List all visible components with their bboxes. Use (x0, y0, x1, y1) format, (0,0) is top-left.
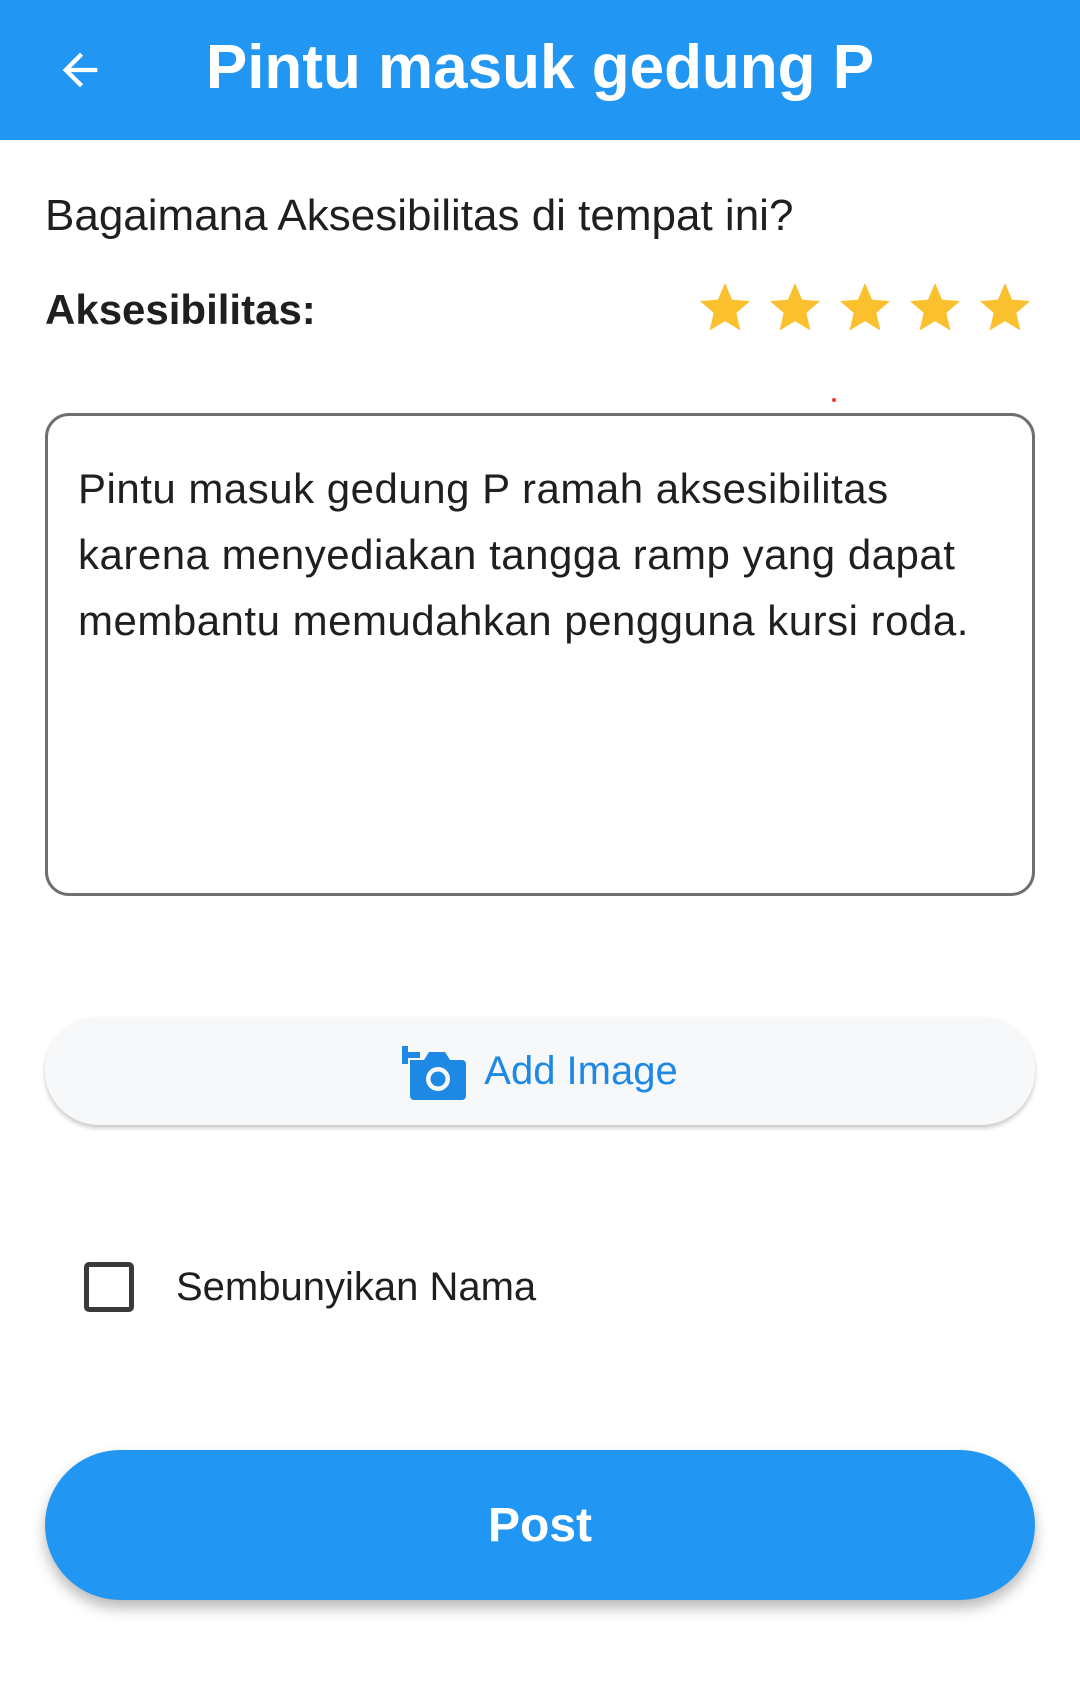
hide-name-label: Sembunyikan Nama (176, 1265, 537, 1309)
hide-name-option[interactable]: Sembunyikan Nama (84, 1262, 536, 1312)
page-title: Pintu masuk gedung P (205, 33, 875, 102)
add-image-label: Add Image (484, 1049, 678, 1093)
add-photo-icon (402, 1046, 467, 1100)
indicator-dot (832, 398, 836, 402)
add-image-button[interactable]: Add Image (45, 1017, 1035, 1125)
star-icon[interactable] (765, 278, 825, 338)
star-icon[interactable] (905, 278, 965, 338)
post-button-label: Post (487, 1498, 592, 1552)
rating-question: Bagaimana Aksesibilitas di tempat ini? (45, 191, 794, 240)
star-icon[interactable] (695, 278, 755, 338)
star-icon[interactable] (835, 278, 895, 338)
hide-name-checkbox[interactable] (84, 1262, 134, 1312)
rating-label: Aksesibilitas: (45, 286, 316, 333)
star-icon[interactable] (975, 278, 1035, 338)
post-button[interactable]: Post (45, 1450, 1035, 1600)
star-rating[interactable] (695, 278, 1035, 342)
app-bar: Pintu masuk gedung P (0, 0, 1080, 140)
review-text: Pintu masuk gedung P ramah aksesibilitas… (78, 465, 969, 644)
review-text-field[interactable]: Pintu masuk gedung P ramah aksesibilitas… (45, 413, 1035, 896)
